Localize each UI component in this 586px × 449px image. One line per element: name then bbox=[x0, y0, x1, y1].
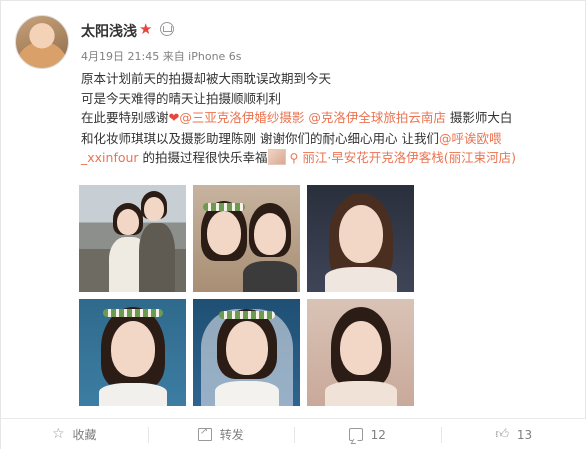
photo-5[interactable] bbox=[193, 299, 300, 406]
dress-shape bbox=[325, 381, 397, 406]
emoji-image bbox=[267, 149, 286, 165]
share-icon bbox=[197, 426, 212, 441]
flower-crown bbox=[219, 311, 275, 319]
face-shape bbox=[340, 321, 382, 375]
location-icon[interactable]: ⚲ bbox=[290, 151, 299, 165]
favorite-button[interactable]: ☆ 收藏 bbox=[1, 419, 148, 449]
face-shape bbox=[144, 197, 164, 221]
text-line: 原本计划前天的拍摄却被大雨耽误改期到今天 bbox=[81, 71, 332, 86]
like-count: 13 bbox=[516, 427, 533, 442]
mention-link[interactable]: @三亚克洛伊婚纱摄影 bbox=[179, 110, 304, 125]
mention-link[interactable]: _xxinfour bbox=[81, 150, 139, 165]
shirt-shape bbox=[139, 223, 175, 292]
flower-crown bbox=[203, 203, 245, 211]
mention-link[interactable]: @克洛伊全球旅拍云南店 bbox=[308, 110, 446, 125]
post-text: 原本计划前天的拍摄却被大雨耽误改期到今天 可是今天难得的晴天让拍摄顺顺利利 在此… bbox=[81, 69, 576, 169]
face-shape bbox=[207, 211, 241, 255]
avatar[interactable] bbox=[15, 15, 69, 69]
text-line: 在此要特别感谢❤@三亚克洛伊婚纱摄影 @克洛伊全球旅拍云南店 摄影师大白 bbox=[81, 108, 576, 129]
face-shape bbox=[339, 205, 383, 263]
comment-button[interactable]: 12 bbox=[294, 419, 441, 449]
face-shape bbox=[226, 321, 268, 375]
text-segment: 和化妆师琪琪以及摄影助理陈刚 谢谢你们的耐心细心用心 让我们 bbox=[81, 130, 439, 146]
action-bar: ☆ 收藏 转发 12 👍︎ 13 bbox=[1, 418, 586, 449]
photo-3[interactable] bbox=[307, 185, 414, 292]
dress-shape bbox=[99, 383, 167, 406]
comment-count: 12 bbox=[370, 427, 386, 442]
location-link[interactable]: 丽江·早安花开克洛伊客栈(丽江束河店) bbox=[302, 150, 516, 165]
text-line: 可是今天难得的晴天让拍摄顺顺利利 bbox=[81, 90, 282, 106]
text-segment: 的拍摄过程很快乐幸福 bbox=[138, 150, 268, 165]
photo-6[interactable] bbox=[307, 299, 414, 406]
like-button[interactable]: 👍︎ 13 bbox=[440, 419, 586, 449]
mention-link[interactable]: @呼诶欧喂 bbox=[439, 131, 502, 146]
text-line: 和化妆师琪琪以及摄影助理陈刚 谢谢你们的耐心细心用心 让我们@呼诶欧喂 bbox=[81, 129, 576, 149]
face-shape bbox=[111, 321, 155, 377]
text-segment: 摄影师大白 bbox=[445, 110, 513, 125]
author-name[interactable]: 太阳浅浅 bbox=[81, 21, 137, 41]
star-icon: ☆ bbox=[51, 426, 65, 442]
photo-2[interactable] bbox=[193, 185, 300, 292]
favorite-label: 收藏 bbox=[72, 428, 97, 442]
text-line: _xxinfour 的拍摄过程很快乐幸福 ⚲ 丽江·早安花开克洛伊客栈(丽江束河… bbox=[81, 148, 576, 169]
repost-button[interactable]: 转发 bbox=[147, 419, 295, 449]
comment-icon bbox=[348, 428, 363, 441]
photo-4[interactable] bbox=[79, 299, 186, 406]
crown-icon[interactable] bbox=[160, 22, 174, 36]
dress-shape bbox=[325, 267, 397, 292]
face-shape bbox=[117, 209, 139, 235]
thumbs-up-icon: 👍︎ bbox=[495, 427, 509, 442]
repost-label: 转发 bbox=[219, 428, 244, 442]
flower-crown bbox=[103, 309, 163, 317]
weibo-post-card: 太阳浅浅 ★ 4月19日 21:45 来自 iPhone 6s 原本计划前天的拍… bbox=[0, 0, 586, 449]
text-segment: 在此要特别感谢 bbox=[81, 110, 169, 125]
face-shape bbox=[254, 213, 286, 255]
shirt-shape bbox=[243, 261, 297, 292]
post-meta[interactable]: 4月19日 21:45 来自 iPhone 6s bbox=[81, 48, 242, 64]
photo-1[interactable] bbox=[79, 185, 186, 292]
heart-icon: ❤ bbox=[168, 111, 180, 126]
dress-shape bbox=[215, 381, 279, 406]
star-icon[interactable]: ★ bbox=[139, 21, 152, 37]
